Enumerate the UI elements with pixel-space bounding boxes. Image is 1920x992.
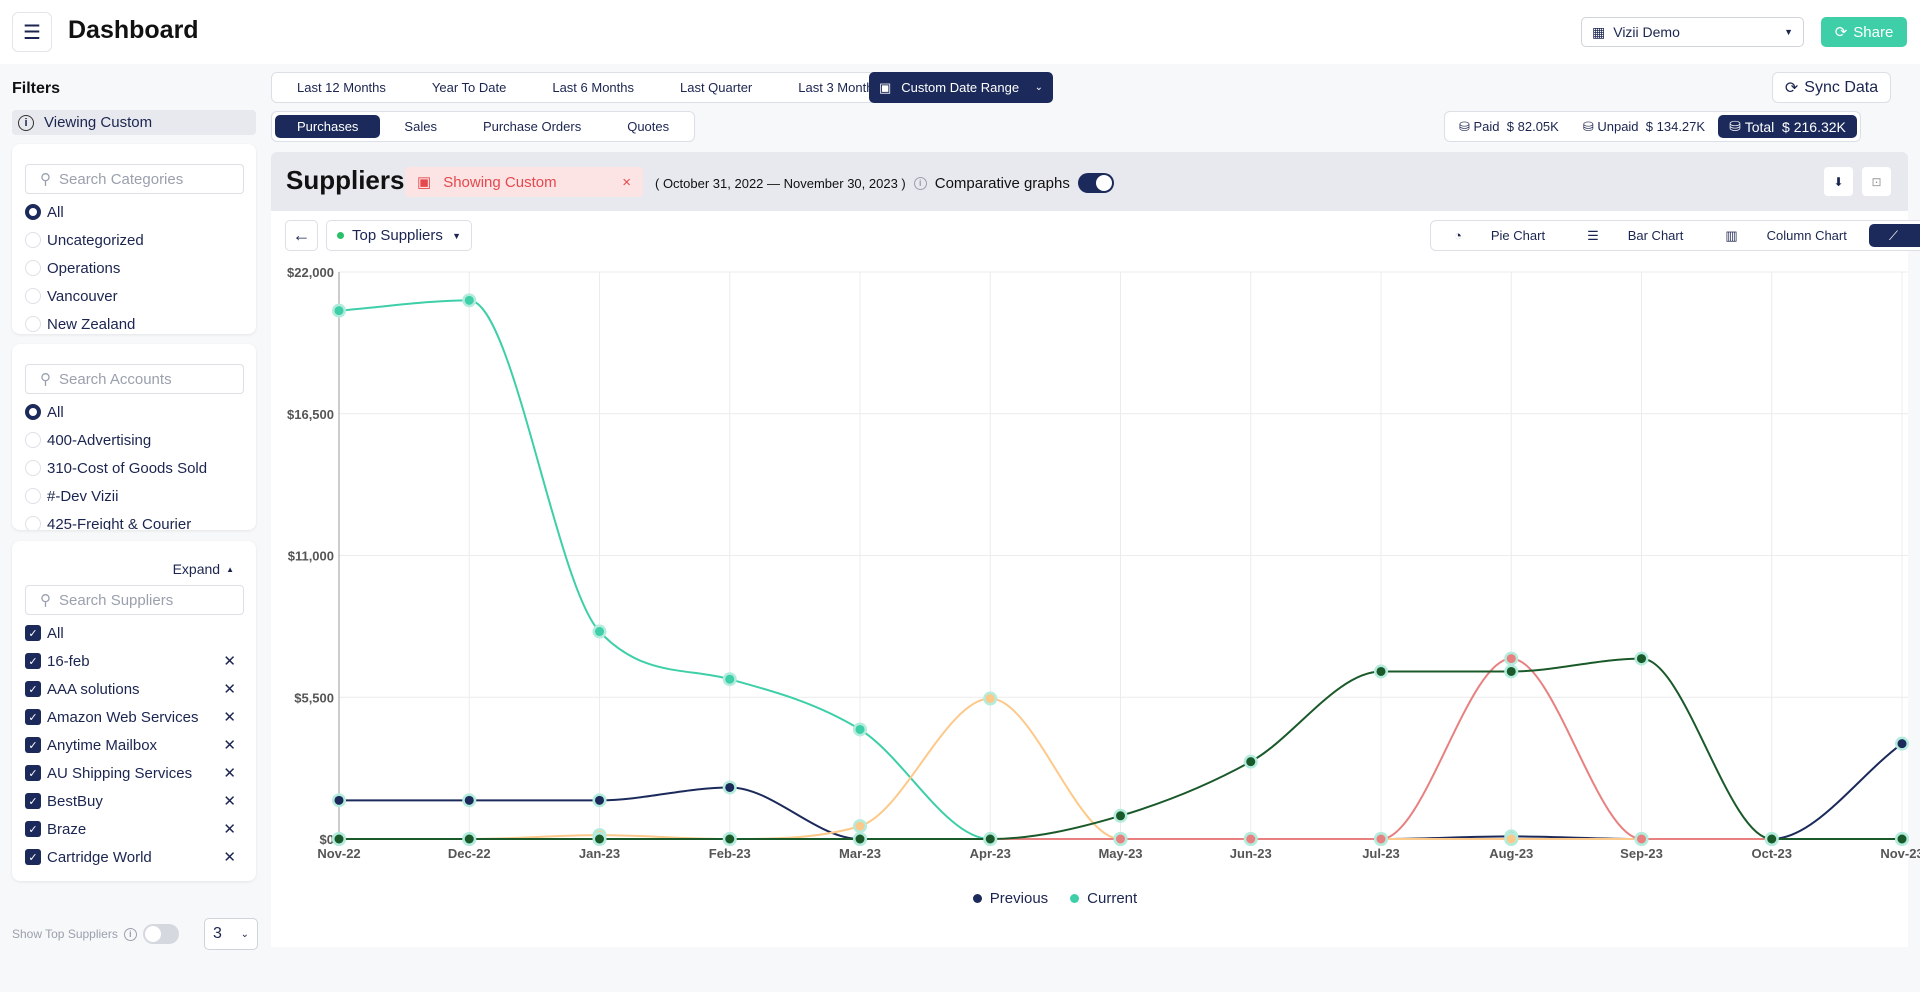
x-tick-label: Nov-22 [317,846,360,861]
x-tick-label: Dec-22 [448,846,491,861]
legend-swatch [972,894,982,903]
data-point [1376,666,1386,676]
data-point [1246,834,1256,844]
x-tick-label: Apr-23 [970,846,1011,861]
legend-previous[interactable]: Previous [972,890,1049,907]
y-tick-label: $5,500 [294,690,334,705]
x-tick-label: Sep-23 [1620,846,1663,861]
chart-legend: Previous Current [0,890,1920,907]
x-tick-label: Feb-23 [709,846,751,861]
data-point [1116,811,1125,821]
legend-swatch [1070,894,1080,903]
x-tick-label: Nov-23 [1880,846,1920,861]
data-point [985,834,995,844]
data-point [334,306,344,316]
data-point [595,795,604,805]
legend-label: Previous [989,890,1049,907]
data-point [1506,834,1516,844]
data-point [1246,757,1256,767]
y-tick-label: $0 [320,832,334,847]
x-tick-label: May-23 [1098,846,1142,861]
x-tick-label: Mar-23 [839,846,881,861]
data-point [725,834,735,844]
x-tick-label: Aug-23 [1489,846,1533,861]
data-point [464,834,474,844]
legend-current[interactable]: Current [1070,890,1137,907]
y-tick-label: $16,500 [287,407,334,422]
x-tick-label: Jan-23 [579,846,620,861]
data-point [1116,834,1125,844]
data-point [595,627,604,637]
line-chart: $0 $5,500 $11,000 $16,500 $22,000 Nov-22 Dec-2… [287,265,1920,861]
data-point [1637,834,1646,844]
data-point [725,782,735,792]
data-point [464,795,474,805]
data-point [1897,739,1907,749]
data-point [334,795,344,805]
data-point [1897,834,1907,844]
data-point [985,694,995,704]
x-tick-label: Oct-23 [1752,846,1792,861]
data-point [595,834,604,844]
x-tick-label: Jul-23 [1362,846,1400,861]
data-point [855,724,865,734]
data-point [464,295,474,305]
data-point [1767,834,1777,844]
data-point [725,674,735,684]
data-point [855,834,865,844]
data-point [1376,834,1386,844]
data-point [1506,654,1516,664]
data-point [1506,666,1516,676]
x-tick-label: Jun-23 [1230,846,1272,861]
legend-label: Current [1087,890,1138,907]
y-tick-label: $11,000 [288,549,334,564]
data-point [1637,654,1646,664]
y-tick-label: $22,000 [287,265,334,280]
data-point [855,821,865,831]
data-point [334,834,344,844]
